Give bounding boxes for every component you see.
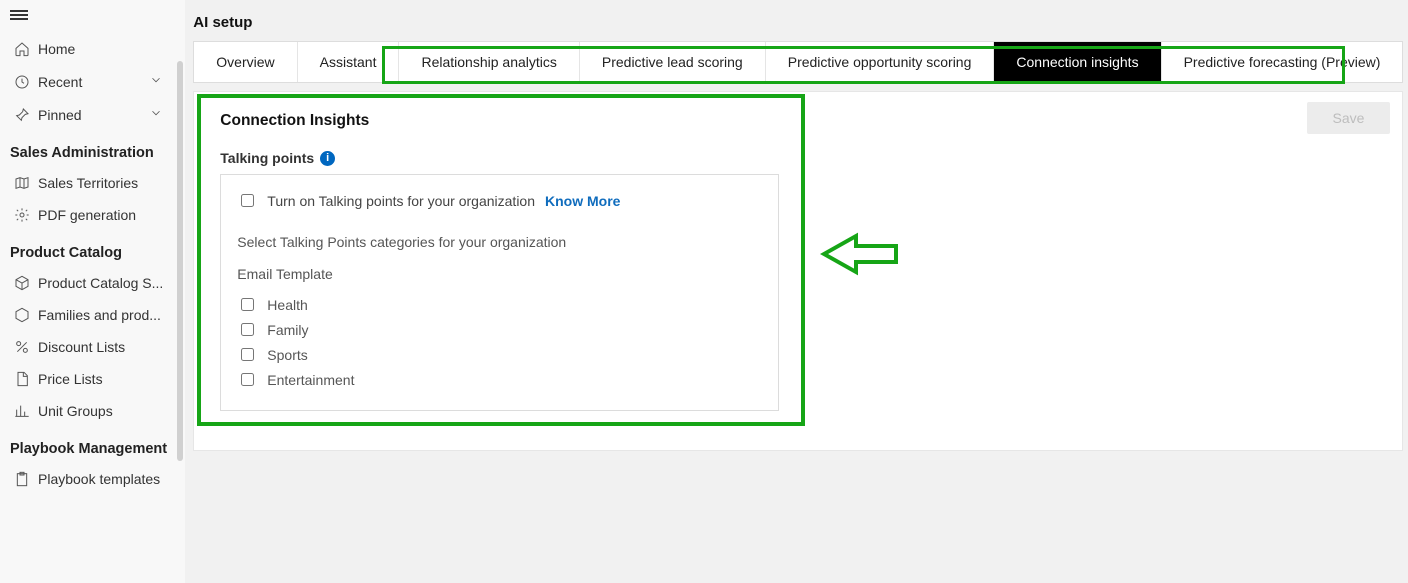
- talking-points-label: Talking points: [220, 150, 314, 166]
- select-categories-text: Select Talking Points categories for you…: [237, 234, 762, 266]
- turn-on-talking-points-checkbox[interactable]: [241, 194, 254, 207]
- main-content: AI setup Overview Assistant Relationship…: [185, 0, 1408, 583]
- nav-discount-lists[interactable]: Discount Lists: [0, 331, 177, 363]
- nav-label: PDF generation: [38, 207, 163, 223]
- nav-home-label: Home: [38, 41, 163, 57]
- talking-points-row: Talking points i: [220, 150, 779, 174]
- hamburger-icon[interactable]: [10, 8, 28, 22]
- clock-icon: [14, 74, 38, 90]
- nav-home[interactable]: Home: [0, 33, 177, 65]
- email-template-label: Email Template: [237, 266, 762, 292]
- tab-relationship-analytics[interactable]: Relationship analytics: [399, 42, 579, 82]
- category-label: Entertainment: [267, 372, 354, 388]
- nav-pinned[interactable]: Pinned: [0, 98, 177, 131]
- category-row-entertainment: Entertainment: [237, 367, 762, 392]
- category-health-checkbox[interactable]: [241, 298, 254, 311]
- cube-icon: [14, 307, 38, 323]
- page-title: AI setup: [185, 0, 1408, 41]
- nav-families-products[interactable]: Families and prod...: [0, 299, 177, 331]
- category-sports-checkbox[interactable]: [241, 348, 254, 361]
- talking-points-card: Turn on Talking points for your organiza…: [220, 174, 779, 411]
- save-button[interactable]: Save: [1307, 102, 1391, 134]
- tab-opportunity-scoring[interactable]: Predictive opportunity scoring: [766, 42, 995, 82]
- box-icon: [14, 275, 38, 291]
- tab-assistant[interactable]: Assistant: [298, 42, 400, 82]
- nav-label: Product Catalog S...: [38, 275, 163, 291]
- nav-label: Price Lists: [38, 371, 163, 387]
- nav-label: Families and prod...: [38, 307, 163, 323]
- percent-icon: [14, 339, 38, 355]
- nav-label: Sales Territories: [38, 175, 163, 191]
- category-label: Sports: [267, 347, 307, 363]
- gear-icon: [14, 207, 38, 223]
- pin-icon: [14, 107, 38, 123]
- category-row-health: Health: [237, 292, 762, 317]
- home-icon: [14, 41, 38, 57]
- nav-price-lists[interactable]: Price Lists: [0, 363, 177, 395]
- nav-unit-groups[interactable]: Unit Groups: [0, 395, 177, 427]
- connection-insights-heading: Connection Insights: [220, 108, 779, 150]
- category-family-checkbox[interactable]: [241, 323, 254, 336]
- nav-recent[interactable]: Recent: [0, 65, 177, 98]
- section-sales-admin: Sales Administration: [0, 131, 177, 167]
- section-product-catalog: Product Catalog: [0, 231, 177, 267]
- category-label: Family: [267, 322, 308, 338]
- nav-recent-label: Recent: [38, 74, 149, 90]
- category-row-sports: Sports: [237, 342, 762, 367]
- file-icon: [14, 371, 38, 387]
- connection-insights-panel: Connection Insights Talking points i Tur…: [202, 100, 797, 429]
- tabs-row: Overview Assistant Relationship analytic…: [193, 41, 1403, 83]
- tab-lead-scoring[interactable]: Predictive lead scoring: [580, 42, 766, 82]
- nav-sales-territories[interactable]: Sales Territories: [0, 167, 177, 199]
- chevron-down-icon: [149, 73, 163, 90]
- section-playbook: Playbook Management: [0, 427, 177, 463]
- chart-icon: [14, 403, 38, 419]
- map-icon: [14, 175, 38, 191]
- nav-product-catalog-settings[interactable]: Product Catalog S...: [0, 267, 177, 299]
- tab-forecasting[interactable]: Predictive forecasting (Preview): [1162, 42, 1403, 82]
- nav-label: Playbook templates: [38, 471, 163, 487]
- sidebar: Home Recent Pinned Sales Administration: [0, 0, 185, 583]
- nav-playbook-templates[interactable]: Playbook templates: [0, 463, 177, 495]
- chevron-down-icon: [149, 106, 163, 123]
- sidebar-scrollbar[interactable]: [177, 61, 183, 461]
- content-card: Save Connection Insights Talking points …: [193, 91, 1403, 451]
- know-more-link[interactable]: Know More: [545, 193, 620, 209]
- category-entertainment-checkbox[interactable]: [241, 373, 254, 386]
- tab-overview[interactable]: Overview: [194, 42, 297, 82]
- nav-label: Unit Groups: [38, 403, 163, 419]
- category-row-family: Family: [237, 317, 762, 342]
- nav-label: Discount Lists: [38, 339, 163, 355]
- clipboard-icon: [14, 471, 38, 487]
- tab-connection-insights[interactable]: Connection insights: [994, 42, 1161, 82]
- nav-pdf-generation[interactable]: PDF generation: [0, 199, 177, 231]
- nav-pinned-label: Pinned: [38, 107, 149, 123]
- info-icon[interactable]: i: [320, 151, 335, 166]
- turn-on-label: Turn on Talking points for your organiza…: [267, 193, 535, 209]
- category-label: Health: [267, 297, 307, 313]
